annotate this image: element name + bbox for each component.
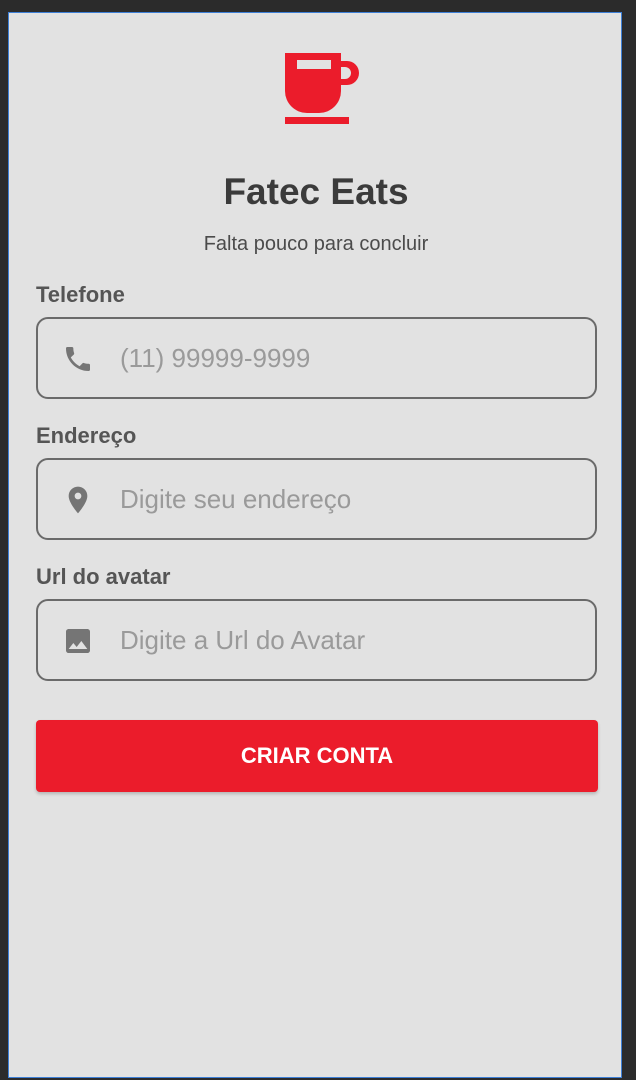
page-subtitle: Falta pouco para concluir: [203, 233, 429, 255]
app-title: Fatec Eats: [223, 171, 409, 212]
avatar-url-field[interactable]: [36, 599, 597, 681]
address-input[interactable]: [120, 478, 570, 520]
app-screen: Fatec Eats Falta pouco para concluir Tel…: [8, 12, 622, 1078]
phone-icon: [66, 347, 90, 371]
image-icon: [66, 629, 90, 653]
coffee-cup-icon: [285, 53, 359, 124]
address-field[interactable]: [36, 458, 597, 540]
phone-label: Telefone: [36, 282, 125, 307]
phone-input[interactable]: [120, 337, 570, 379]
avatar-url-label: Url do avatar: [36, 564, 171, 589]
create-account-button[interactable]: CRIAR CONTA: [36, 720, 598, 792]
phone-field[interactable]: [36, 317, 597, 399]
location-pin-icon: [68, 486, 88, 514]
avatar-url-input[interactable]: [120, 619, 570, 661]
address-label: Endereço: [36, 423, 137, 448]
